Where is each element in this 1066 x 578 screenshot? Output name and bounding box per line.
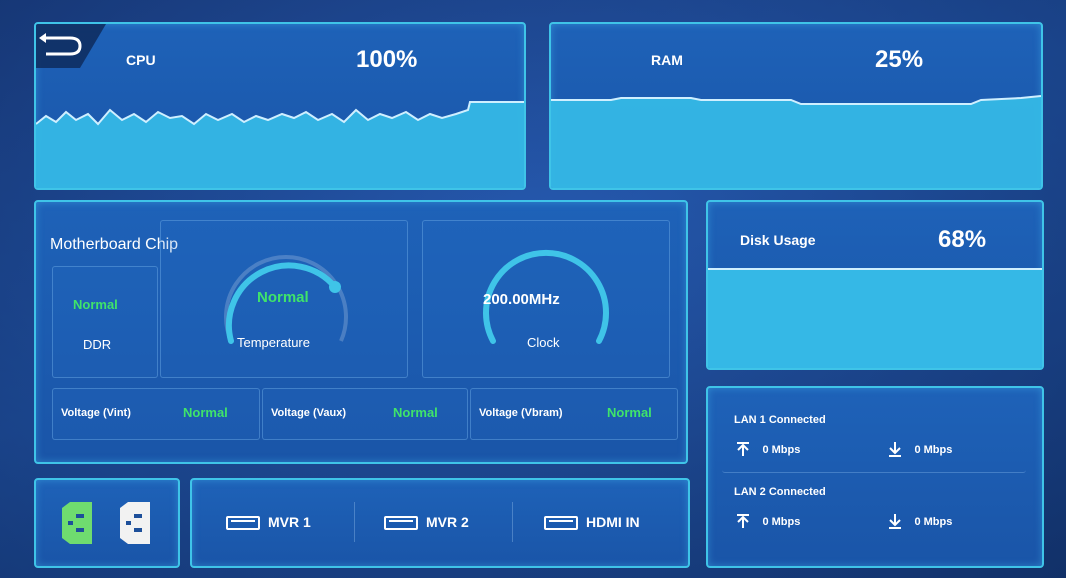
motherboard-title: Motherboard Chip <box>50 236 179 253</box>
temperature-label: Temperature <box>237 335 310 350</box>
port-divider <box>354 502 355 542</box>
lan2-box: LAN 2 Connected 0 Mbps 0 Mbps <box>722 474 1026 546</box>
lan2-download-speed: 0 Mbps <box>914 516 953 529</box>
port-mvr1-label: MVR 1 <box>268 514 311 530</box>
port-divider <box>512 502 513 542</box>
temperature-status: Normal <box>257 289 309 306</box>
disk-usage-value: 68% <box>938 226 987 253</box>
lan1-upload: 0 Mbps <box>734 440 800 458</box>
ram-value: 25% <box>875 46 924 73</box>
port-hdmi-in[interactable]: HDMI IN <box>544 514 640 531</box>
lan2-upload: 0 Mbps <box>734 512 800 530</box>
voltage-vint-box: Voltage (Vint) Normal <box>52 388 260 440</box>
disk-usage-fill <box>708 268 1042 368</box>
voltage-vint-label: Voltage (Vint) <box>61 407 131 419</box>
ddr-status: Normal <box>73 297 118 312</box>
disk-usage-panel: Disk Usage 68% <box>706 200 1044 370</box>
voltage-vbram-status: Normal <box>607 405 652 420</box>
power-panel <box>34 478 180 568</box>
lan2-title: LAN 2 Connected <box>734 486 826 498</box>
clock-label: Clock <box>527 335 560 350</box>
lan1-upload-speed: 0 Mbps <box>762 444 801 457</box>
ram-panel: RAM 25% <box>549 22 1043 190</box>
upload-arrow-icon <box>734 512 752 530</box>
lan-panel: LAN 1 Connected 0 Mbps 0 Mbps LAN 2 Conn… <box>706 386 1044 568</box>
power-socket-icon[interactable] <box>116 500 154 546</box>
upload-arrow-icon <box>734 440 752 458</box>
port-mvr1[interactable]: MVR 1 <box>226 514 311 531</box>
voltage-vbram-box: Voltage (Vbram) Normal <box>470 388 678 440</box>
cpu-label: CPU <box>126 52 156 68</box>
ram-usage-graph <box>551 95 1041 188</box>
ports-panel: MVR 1 MVR 2 HDMI IN <box>190 478 690 568</box>
motherboard-panel: Motherboard Chip Normal DDR Normal Tempe… <box>34 200 688 464</box>
lan1-box: LAN 1 Connected 0 Mbps 0 Mbps <box>722 402 1026 473</box>
port-mvr2[interactable]: MVR 2 <box>384 514 469 531</box>
voltage-vbram-label: Voltage (Vbram) <box>479 407 563 419</box>
download-arrow-icon <box>886 440 904 458</box>
temperature-box: Normal Temperature <box>160 220 408 378</box>
ddr-box: Normal DDR <box>52 266 158 378</box>
lan2-upload-speed: 0 Mbps <box>762 516 801 529</box>
voltage-vaux-status: Normal <box>393 405 438 420</box>
disk-usage-label: Disk Usage <box>740 232 816 248</box>
ram-label: RAM <box>651 52 683 68</box>
lan1-title: LAN 1 Connected <box>734 414 826 426</box>
back-arrow-icon[interactable] <box>36 24 106 68</box>
cpu-panel: CPU 100% <box>34 22 526 190</box>
voltage-vaux-box: Voltage (Vaux) Normal <box>262 388 468 440</box>
lan1-download: 0 Mbps <box>886 440 952 458</box>
port-mvr2-label: MVR 2 <box>426 514 469 530</box>
cpu-usage-graph <box>36 101 524 188</box>
voltage-vint-status: Normal <box>183 405 228 420</box>
power-socket-icon[interactable] <box>58 500 96 546</box>
clock-value: 200.00MHz <box>483 291 560 308</box>
hdmi-port-icon <box>384 516 418 531</box>
lan1-download-speed: 0 Mbps <box>914 444 953 457</box>
cpu-value: 100% <box>356 46 418 73</box>
ddr-label: DDR <box>83 337 112 352</box>
voltage-vaux-label: Voltage (Vaux) <box>271 407 346 419</box>
port-hdmi-in-label: HDMI IN <box>586 514 640 530</box>
lan2-download: 0 Mbps <box>886 512 952 530</box>
hdmi-port-icon <box>544 516 578 531</box>
download-arrow-icon <box>886 512 904 530</box>
clock-box: 200.00MHz Clock <box>422 220 670 378</box>
hdmi-port-icon <box>226 516 260 531</box>
